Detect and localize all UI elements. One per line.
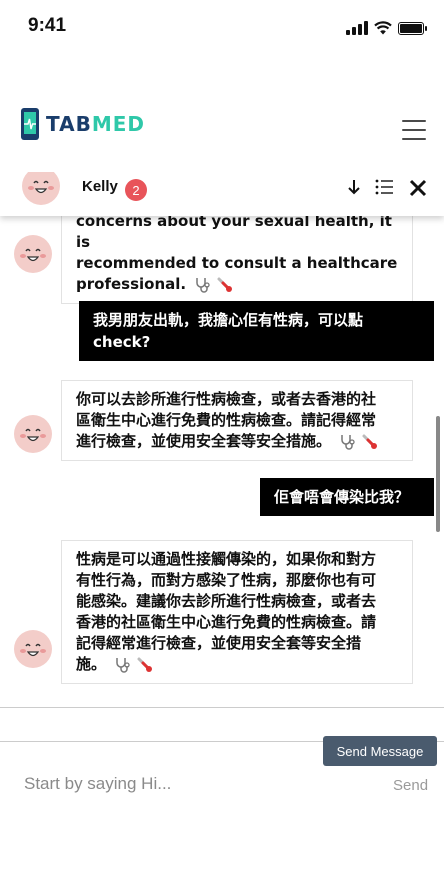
- tabmed-logo[interactable]: TABMED: [20, 107, 145, 141]
- message-input[interactable]: [14, 768, 326, 800]
- thermometer-icon: [137, 657, 153, 672]
- message-line: 能感染。建議你去診所進行性病檢查，或者去: [76, 592, 377, 610]
- message-line: 記得經常進行檢查，並使用安全套等安全措: [76, 634, 362, 652]
- logo-text-med: MED: [91, 112, 145, 136]
- chat-scrollbar[interactable]: [436, 416, 440, 532]
- status-icons: [346, 18, 427, 38]
- message-line: 香港的社區衛生中心進行免費的性病檢查。請: [76, 613, 377, 631]
- battery-icon: [398, 21, 427, 35]
- message-line: 施。: [76, 655, 107, 673]
- message-line: 區衛生中心進行免費的性病檢查。請記得經常: [76, 411, 377, 429]
- contact-name: Kelly: [82, 178, 118, 195]
- bot-message-bubble: 你可以去診所進行性病檢查，或者去香港的社 區衛生中心進行免費的性病檢查。請記得經…: [61, 380, 413, 461]
- message-line: 佢會唔會傳染比我？: [274, 488, 410, 506]
- thermometer-icon: [362, 434, 378, 449]
- message-line: professional.: [76, 275, 187, 293]
- status-time: 9:41: [28, 15, 67, 36]
- user-message-bubble: 佢會唔會傳染比我？: [260, 478, 434, 516]
- message-line: 進行檢查，並使用安全套等安全措施。: [76, 432, 332, 450]
- chat-header: Kelly 2: [0, 172, 444, 216]
- logo-mark-icon: [21, 108, 39, 140]
- chat-window: Kelly 2 concerns about your sexual healt…: [0, 172, 444, 744]
- stethoscope-icon: [196, 277, 210, 293]
- bot-avatar: [14, 415, 52, 453]
- message-line: 有性行為，而對方感染了性病，那麼你也有可: [76, 571, 377, 589]
- wifi-icon: [374, 21, 392, 35]
- send-button[interactable]: Send: [393, 777, 428, 794]
- arrow-down-icon[interactable]: [346, 178, 362, 196]
- stethoscope-icon: [116, 657, 130, 673]
- message-line: 我男朋友出軌，我擔心佢有性病，可以點: [93, 311, 364, 329]
- unread-badge: 2: [125, 179, 147, 201]
- send-message-tooltip: Send Message: [323, 736, 437, 766]
- message-list[interactable]: concerns about your sexual health, it is…: [0, 216, 444, 744]
- bot-message-bubble: 性病是可以通過性接觸傳染的，如果你和對方 有性行為，而對方感染了性病，那麼你也有…: [61, 540, 413, 684]
- close-icon[interactable]: [408, 178, 428, 198]
- message-line: concerns about your sexual health, it is: [76, 216, 392, 251]
- stethoscope-icon: [341, 434, 355, 450]
- message-line: 你可以去診所進行性病檢查，或者去香港的社: [76, 390, 377, 408]
- message-line: 性病是可以通過性接觸傳染的，如果你和對方: [76, 550, 377, 568]
- divider: [0, 707, 444, 708]
- message-line: check?: [93, 333, 151, 351]
- bot-avatar: [14, 630, 52, 668]
- bot-avatar: [14, 235, 52, 273]
- contact-avatar: [22, 172, 60, 205]
- list-icon[interactable]: [374, 178, 394, 196]
- logo-text-tab: TAB: [46, 112, 92, 136]
- message-line: recommended to consult a healthcare: [76, 254, 398, 272]
- thermometer-icon: [217, 277, 233, 292]
- app-header: TABMED: [0, 56, 444, 172]
- status-bar: 9:41: [0, 0, 444, 56]
- bot-message-bubble: concerns about your sexual health, it is…: [61, 216, 413, 304]
- hamburger-icon[interactable]: [402, 120, 426, 140]
- cellular-signal-icon: [346, 21, 368, 35]
- user-message-bubble: 我男朋友出軌，我擔心佢有性病，可以點 check?: [79, 301, 434, 361]
